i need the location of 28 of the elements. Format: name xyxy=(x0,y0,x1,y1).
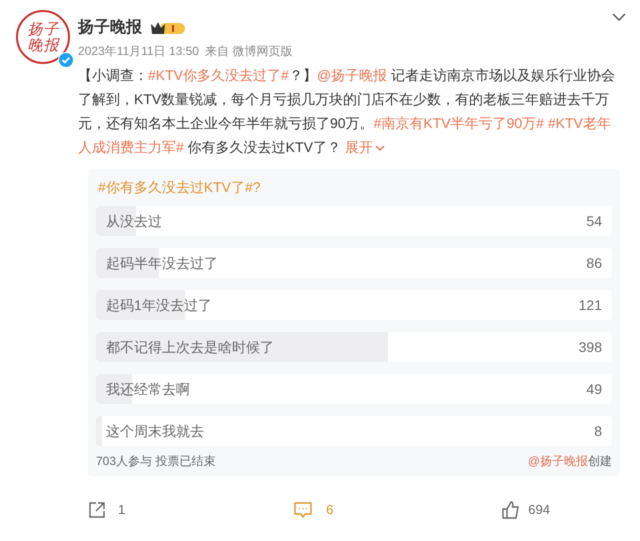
vote-count: 86 xyxy=(586,254,602,272)
post-time[interactable]: 2023年11月11日 13:50 xyxy=(78,42,199,60)
creator-link[interactable]: @扬子晚报 xyxy=(528,452,588,470)
crown-badge-icon xyxy=(150,20,186,36)
creator-suffix: 创建 xyxy=(588,453,612,470)
vote-count: 49 xyxy=(586,380,602,398)
chevron-down-icon[interactable] xyxy=(612,12,626,22)
like-button[interactable]: 694 xyxy=(502,500,550,520)
vote-count: 54 xyxy=(586,212,602,230)
poll-option[interactable]: 起码1年没去过了 121 xyxy=(96,290,612,320)
post-source: 来自 微博网页版 xyxy=(204,43,292,60)
poll-option[interactable]: 我还经常去啊 49 xyxy=(96,374,612,404)
author-name[interactable]: 扬子晚报 xyxy=(78,16,142,40)
vote-count: 398 xyxy=(578,338,602,356)
share-icon xyxy=(88,500,106,519)
post-text: 【小调查：#KTV你多久没去过了#？】@扬子晚报 记者走访南京市场以及娱乐行业协会了解到，KTV数量锐减，每个月亏损几万块的门店不在少数，有的老板三年赔进去千万元，还有知名本土企业今年半年就亏损了90万。#南京有KTV半年亏了90万# #KTV老年人成消费主力军# 你有多久没去过KTV了？ 展开 xyxy=(78,66,616,157)
poll-title: #你有多久没去过KTV了#? xyxy=(97,178,262,197)
vote-count: 121 xyxy=(578,296,602,314)
poll-option[interactable]: 从没去过 54 xyxy=(96,206,612,236)
poll-option[interactable]: 都不记得上次去是啥时候了 398 xyxy=(96,332,612,362)
thumbs-up-icon xyxy=(502,500,520,519)
share-button[interactable]: 1 xyxy=(88,500,126,520)
vote-count: 8 xyxy=(594,422,602,440)
poll-option[interactable]: 这个周末我就去 8 xyxy=(96,416,612,446)
poll-summary: 703人参与 投票已结束 xyxy=(96,453,216,470)
comment-icon xyxy=(294,502,312,518)
chevron-down-icon xyxy=(374,144,385,152)
poll-option[interactable]: 起码半年没去过了 86 xyxy=(96,248,612,278)
